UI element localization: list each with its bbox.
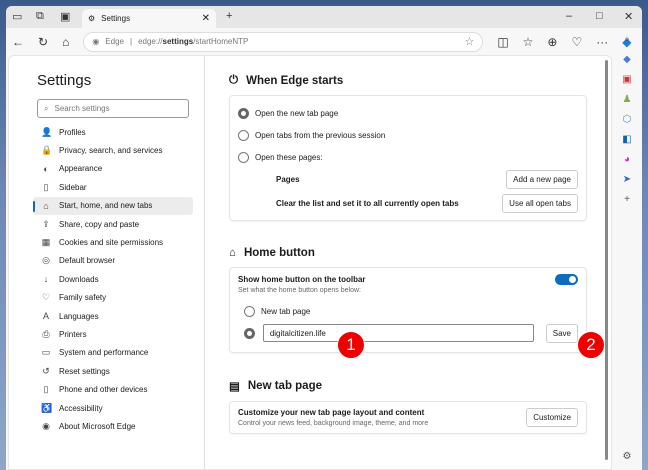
m365-icon[interactable]: ⬡ [623,114,632,125]
sidebar-item-share-copy-and-paste[interactable]: ⇪ Share, copy and paste [33,215,193,233]
back-icon[interactable]: ← [12,35,24,49]
search-icon[interactable]: ⌕ [624,34,630,45]
url: edge://settings/startHomeNTP [138,37,249,46]
more-icon[interactable]: ··· [596,35,608,49]
edge-sidebar: ⌕ ◆ ▣ ♟ ⬡ ◧ ◕ ➤ + ⚙ [612,28,642,470]
home-icon: ⌂ [229,247,236,259]
save-button[interactable]: Save [545,323,578,343]
designer-icon[interactable]: ◕ [624,154,630,165]
collections-icon[interactable]: ⊕ [547,35,557,49]
sidebar-item-reset-settings[interactable]: ↺ Reset settings [33,362,193,380]
gear-icon: ⚙ [88,14,96,23]
new-tab-icon: ▤ [229,381,240,393]
edge-icon: ◉ [92,37,100,46]
sidebar-item-cookies-and-site-permissions[interactable]: ▦ Cookies and site permissions [33,233,193,251]
close-window-button[interactable]: ✕ [624,10,633,23]
outlook-icon[interactable]: ◧ [622,134,631,145]
add-page-button[interactable]: Add a new page [506,169,578,189]
search-icon: ⌕ [44,103,49,113]
home-url-input[interactable]: digitalcitizen.life [262,324,534,342]
sidebar-settings-icon[interactable]: ⚙ [623,451,632,462]
radio-previous-session[interactable]: Open tabs from the previous session [238,124,578,146]
sidebar-item-privacy-search-and-services[interactable]: 🔒 Privacy, search, and services [33,141,193,159]
startup-card: Open the new tab page Open tabs from the… [229,95,587,221]
use-all-open-tabs-button[interactable]: Use all open tabs [502,193,578,213]
sidebar-item-default-browser[interactable]: ◎ Default browser [33,252,193,270]
nav-icon: ↺ [42,365,50,376]
sidebar-item-start-home-and-new-tabs[interactable]: ⌂ Start, home, and new tabs [33,196,193,215]
workspaces-icon[interactable]: ⧉ [36,10,44,23]
sidebar-item-about-microsoft-edge[interactable]: ◉ About Microsoft Edge [33,417,193,435]
refresh-icon[interactable]: ↻ [38,35,48,49]
nav-icon: ▭ [41,347,51,358]
sidebar-item-appearance[interactable]: ◐ Appearance [33,160,193,178]
settings-page: Settings ⌕ Search settings 👤 Profiles 🔒 Priv… [8,55,612,470]
radio-open-these-pages[interactable]: Open these pages: [238,146,578,168]
add-icon[interactable]: + [624,194,630,205]
nav-icon: ▯ [43,384,49,395]
tab-bar: ▭ ⧉ ▣ ⚙ Settings ✕ + – □ ✕ [6,6,642,28]
annotation-badge-2: 2 [577,331,605,359]
browser-window: ▭ ⧉ ▣ ⚙ Settings ✕ + – □ ✕ ← ↻ ⌂ ◉ Edge |… [6,6,642,470]
ntp-card: Customize your new tab page layout and c… [229,401,587,434]
sidebar-item-family-safety[interactable]: ♡ Family safety [33,289,193,307]
sidebar-item-accessibility[interactable]: ♿ Accessibility [33,399,193,417]
radio-open-new-tab[interactable]: Open the new tab page [238,102,578,124]
nav-icon: 👤 [41,126,53,137]
power-icon: ⏻ [229,74,239,86]
nav-icon: ↓ [43,274,49,285]
page-title: Settings [37,72,92,89]
settings-main: ⏻ When Edge starts Open the new tab page … [205,56,611,469]
nav-icon: ⎙ [42,328,50,339]
shopping-icon[interactable]: ◆ [623,54,631,65]
sidebar-item-languages[interactable]: A Languages [33,307,193,325]
sidebar-item-printers[interactable]: ⎙ Printers [33,325,193,343]
send-icon[interactable]: ➤ [623,174,631,185]
nav-icon: ▯ [43,181,49,192]
nav-icon: ⌂ [43,200,49,211]
radio-new-tab-page[interactable]: New tab page [238,300,578,322]
address-bar[interactable]: ◉ Edge | edge://settings/startHomeNTP ☆ [83,31,484,52]
settings-sidebar: Settings ⌕ Search settings 👤 Profiles 🔒 Priv… [9,56,205,469]
nav-icon: ◎ [42,255,50,266]
toolbar: ← ↻ ⌂ ◉ Edge | edge://settings/startHomeN… [6,28,642,55]
nav-icon: ⇪ [42,218,50,229]
nav-icon: ▦ [41,237,51,248]
tab-settings[interactable]: ⚙ Settings ✕ [82,9,216,28]
sidebar-item-phone-and-other-devices[interactable]: ▯ Phone and other devices [33,380,193,398]
radio-custom-url[interactable] [244,327,255,339]
sidebar-item-sidebar[interactable]: ▯ Sidebar [33,178,193,196]
browser-essentials-icon[interactable]: ♡ [571,35,582,49]
new-tab-button[interactable]: + [226,10,232,22]
nav-icon: ◐ [43,163,49,174]
nav-icon: ♡ [41,292,51,303]
home-icon[interactable]: ⌂ [62,35,69,49]
close-tab-icon[interactable]: ✕ [202,13,210,24]
scrollbar[interactable] [605,60,608,460]
favorites-icon[interactable]: ☆ [523,35,534,49]
profile-icon[interactable]: ▭ [12,10,22,23]
nav-icon: ◉ [42,420,50,431]
tab-actions-icon[interactable]: ▣ [60,10,70,23]
sidebar-item-downloads[interactable]: ↓ Downloads [33,270,193,288]
split-screen-icon[interactable]: ◫ [497,35,508,49]
home-button-toggle[interactable] [555,274,578,285]
favorite-star-icon[interactable]: ☆ [464,35,474,48]
sidebar-item-profiles[interactable]: 👤 Profiles [33,123,193,141]
search-input[interactable]: ⌕ Search settings [37,99,189,118]
nav-icon: ♿ [41,402,53,413]
nav-icon: 🔒 [41,145,53,156]
annotation-badge-1: 1 [337,331,365,359]
tools-icon[interactable]: ▣ [622,74,631,85]
games-icon[interactable]: ♟ [623,94,632,105]
sidebar-item-system-and-performance[interactable]: ▭ System and performance [33,344,193,362]
maximize-button[interactable]: □ [596,10,603,22]
minimize-button[interactable]: – [566,10,572,22]
nav-icon: A [42,311,49,322]
home-card: Show home button on the toolbar Set what… [229,267,587,353]
customize-button[interactable]: Customize [526,408,578,427]
